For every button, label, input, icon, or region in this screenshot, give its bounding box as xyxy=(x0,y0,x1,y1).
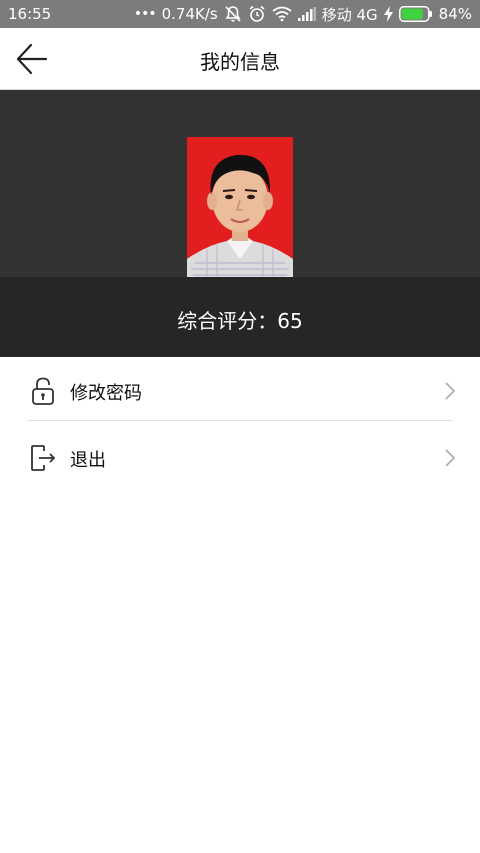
battery-icon xyxy=(398,6,432,22)
battery-level xyxy=(401,8,423,20)
logout-label: 退出 xyxy=(70,450,106,471)
lock-icon xyxy=(32,377,54,405)
alarm-icon xyxy=(249,5,265,22)
chevron-right-icon xyxy=(445,382,456,400)
profile-photo xyxy=(187,137,293,277)
header: 我的信息 xyxy=(0,28,480,90)
mute-icon xyxy=(225,6,241,22)
logout-item[interactable]: 退出 xyxy=(0,424,480,490)
person-portrait-icon xyxy=(187,137,293,277)
more-dots-icon: ••• xyxy=(133,6,157,22)
wifi-icon xyxy=(272,6,292,22)
chevron-right-icon xyxy=(445,449,456,467)
charging-icon xyxy=(383,6,393,22)
change-password-label: 修改密码 xyxy=(70,383,142,404)
status-time: 16:55 xyxy=(8,5,52,23)
change-password-item[interactable]: 修改密码 xyxy=(0,357,480,423)
logout-icon xyxy=(31,445,56,471)
page-title: 我的信息 xyxy=(200,50,280,74)
network-speed: 0.74K/s xyxy=(161,5,218,23)
profile-section xyxy=(0,90,480,277)
status-icons: ••• 0.74K/s 移动 4G 84% xyxy=(134,4,472,24)
battery-percent: 84% xyxy=(438,5,472,23)
divider xyxy=(27,420,453,421)
status-bar: 16:55 ••• 0.74K/s 移动 4G 84% xyxy=(0,0,480,28)
signal-icon xyxy=(297,7,316,21)
score-bar: 综合评分：65 xyxy=(0,277,480,357)
overall-score: 综合评分：65 xyxy=(177,309,303,333)
carrier-label: 移动 4G xyxy=(321,5,378,24)
